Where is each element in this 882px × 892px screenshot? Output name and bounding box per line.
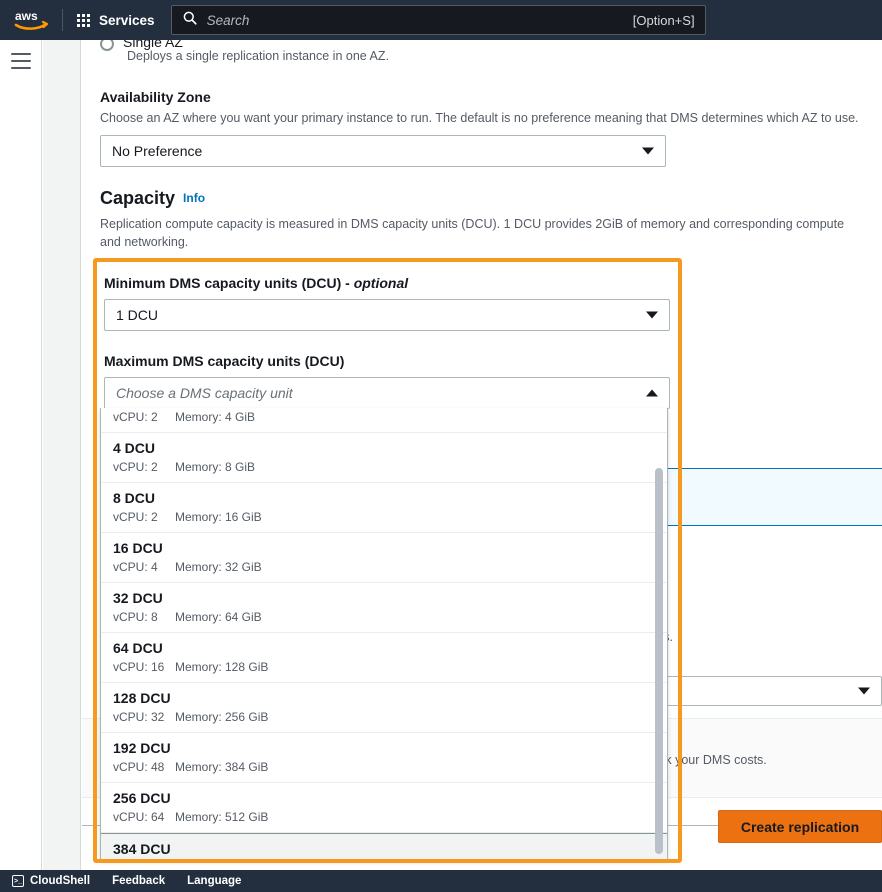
search-icon [183, 11, 197, 30]
min-dcu-label-text: Minimum DMS capacity units (DCU) - [104, 275, 354, 291]
page-bottom-spacer [0, 862, 882, 870]
radio-icon[interactable] [100, 40, 114, 51]
min-dcu-select[interactable]: 1 DCU [104, 299, 670, 331]
availability-zone-selected-value: No Preference [112, 143, 203, 160]
dropdown-option[interactable]: 8 DCU vCPU: 2 Memory: 16 GiB [101, 483, 667, 533]
language-button[interactable]: Language [187, 875, 241, 887]
dropdown-option-memory: Memory: 384 GiB [175, 760, 269, 774]
search-shortcut-hint: [Option+S] [632, 12, 695, 28]
top-navigation-bar: aws Services Search [Option+S] [0, 0, 882, 40]
secondary-rail [43, 40, 81, 870]
dropdown-option-meta: vCPU: 48 Memory: 384 GiB [113, 758, 657, 776]
dropdown-option-meta: vCPU: 32 Memory: 256 GiB [113, 708, 657, 726]
dropdown-option-meta: vCPU: 8 Memory: 64 GiB [113, 608, 657, 626]
single-az-description: Deploys a single replication instance in… [127, 49, 389, 63]
dropdown-option-memory: Memory: 32 GiB [175, 560, 262, 574]
dropdown-option-vcpu: vCPU: 64 [113, 810, 165, 824]
dropdown-option-meta: vCPU: 2 Memory: 16 GiB [113, 508, 657, 526]
max-dcu-select[interactable]: Choose a DMS capacity unit [104, 377, 670, 409]
dropdown-option-title: 32 DCU [113, 590, 163, 606]
chevron-down-icon [646, 311, 658, 319]
dropdown-option-meta: vCPU: 2 Memory: 4 GiB [113, 408, 657, 426]
dropdown-option[interactable]: 64 DCU vCPU: 16 Memory: 128 GiB [101, 633, 667, 683]
dropdown-option-vcpu: vCPU: 4 [113, 560, 158, 574]
dropdown-option-memory: Memory: 512 GiB [175, 810, 269, 824]
chevron-up-icon [646, 389, 658, 397]
availability-zone-label: Availability Zone [100, 89, 211, 105]
dropdown-scrollbar[interactable] [655, 468, 663, 854]
dropdown-option[interactable]: 128 DCU vCPU: 32 Memory: 256 GiB [101, 683, 667, 733]
dropdown-option-meta: vCPU: 96Memory: 768 GiB [113, 859, 657, 860]
dropdown-option-memory: Memory: 8 GiB [175, 460, 256, 474]
min-dcu-selected-value: 1 DCU [116, 307, 159, 323]
dropdown-option-title: 64 DCU [113, 640, 163, 656]
dropdown-option-memory: Memory: 256 GiB [175, 710, 269, 724]
aws-logo[interactable]: aws [0, 0, 62, 40]
dropdown-option-vcpu: vCPU: 16 [113, 660, 165, 674]
hamburger-menu-icon[interactable] [11, 53, 31, 69]
dropdown-option-meta: vCPU: 4 Memory: 32 GiB [113, 558, 657, 576]
dropdown-option-title: 128 DCU [113, 690, 171, 706]
capacity-info-link[interactable]: Info [183, 191, 205, 205]
services-label: Services [99, 12, 155, 28]
dropdown-option[interactable]: 256 DCU vCPU: 64 Memory: 512 GiB [101, 783, 667, 833]
availability-zone-select[interactable]: No Preference [100, 135, 666, 168]
svg-text:aws: aws [15, 9, 38, 23]
dropdown-scroll-area[interactable]: vCPU: 2 Memory: 4 GiB 4 DCU vCPU: 2 Memory: … [101, 408, 667, 860]
dropdown-option[interactable]: 32 DCU vCPU: 8 Memory: 64 GiB [101, 583, 667, 633]
chevron-down-icon [858, 687, 870, 695]
dropdown-option-vcpu: vCPU: 2 [113, 510, 158, 524]
dropdown-option-meta: vCPU: 64 Memory: 512 GiB [113, 808, 657, 826]
global-search-box[interactable]: Search [Option+S] [170, 5, 706, 35]
bottom-status-bar: >_ CloudShell Feedback Language [0, 870, 882, 892]
dropdown-option-vcpu: vCPU: 8 [113, 610, 158, 624]
cloudshell-button[interactable]: >_ CloudShell [12, 875, 90, 887]
grid-icon [77, 13, 90, 27]
create-replication-button[interactable]: Create replication [718, 810, 882, 843]
dropdown-option-title: 4 DCU [113, 440, 156, 456]
dropdown-option[interactable]: vCPU: 2 Memory: 4 GiB [101, 408, 667, 433]
dropdown-option-title: 8 DCU [113, 490, 156, 506]
terminal-icon: >_ [12, 875, 24, 887]
dropdown-option-memory: Memory: 128 GiB [175, 660, 269, 674]
dropdown-option-memory: Memory: 64 GiB [175, 610, 262, 624]
dropdown-option-title: 256 DCU [113, 790, 171, 806]
search-input[interactable]: Search [207, 13, 633, 28]
availability-zone-description: Choose an AZ where you want your primary… [100, 111, 859, 125]
dropdown-option[interactable]: 384 DCU vCPU: 96Memory: 768 GiB [101, 833, 667, 860]
chevron-down-icon [642, 147, 654, 155]
capacity-heading: Capacity [100, 188, 176, 208]
dropdown-option-title: 384 DCU [113, 841, 171, 857]
dropdown-option-vcpu: vCPU: 2 [113, 410, 158, 424]
dropdown-option-vcpu: vCPU: 96 [113, 859, 175, 860]
dropdown-option-memory: Memory: 4 GiB [175, 410, 256, 424]
cloudshell-label: CloudShell [30, 875, 91, 887]
dropdown-option-memory: Memory: 16 GiB [175, 510, 262, 524]
capacity-description: Replication compute capacity is measured… [100, 217, 845, 250]
min-dcu-optional-tag: optional [353, 275, 409, 291]
dropdown-option-vcpu: vCPU: 2 [113, 460, 158, 474]
max-dcu-label: Maximum DMS capacity units (DCU) [104, 353, 345, 369]
dropdown-option-meta: vCPU: 16 Memory: 128 GiB [113, 658, 657, 676]
dropdown-option[interactable]: 16 DCU vCPU: 4 Memory: 32 GiB [101, 533, 667, 583]
dropdown-option-vcpu: vCPU: 48 [113, 760, 165, 774]
info-alert-box [647, 468, 882, 526]
terminal-glyph: >_ [14, 877, 22, 885]
max-dcu-dropdown-list[interactable]: vCPU: 2 Memory: 4 GiB 4 DCU vCPU: 2 Memory: … [100, 408, 668, 860]
services-menu-button[interactable]: Services [63, 0, 167, 40]
max-dcu-placeholder: Choose a DMS capacity unit [116, 385, 293, 401]
dropdown-option-title: 192 DCU [113, 740, 171, 756]
dropdown-option[interactable]: 4 DCU vCPU: 2 Memory: 8 GiB [101, 433, 667, 483]
dropdown-option-vcpu: vCPU: 32 [113, 710, 165, 724]
left-rail [0, 40, 42, 870]
dropdown-option-title: 16 DCU [113, 540, 163, 556]
feedback-button[interactable]: Feedback [112, 875, 165, 887]
min-dcu-label: Minimum DMS capacity units (DCU) - optio… [104, 275, 674, 291]
dropdown-option[interactable]: 192 DCU vCPU: 48 Memory: 384 GiB [101, 733, 667, 783]
dropdown-option-meta: vCPU: 2 Memory: 8 GiB [113, 458, 657, 476]
